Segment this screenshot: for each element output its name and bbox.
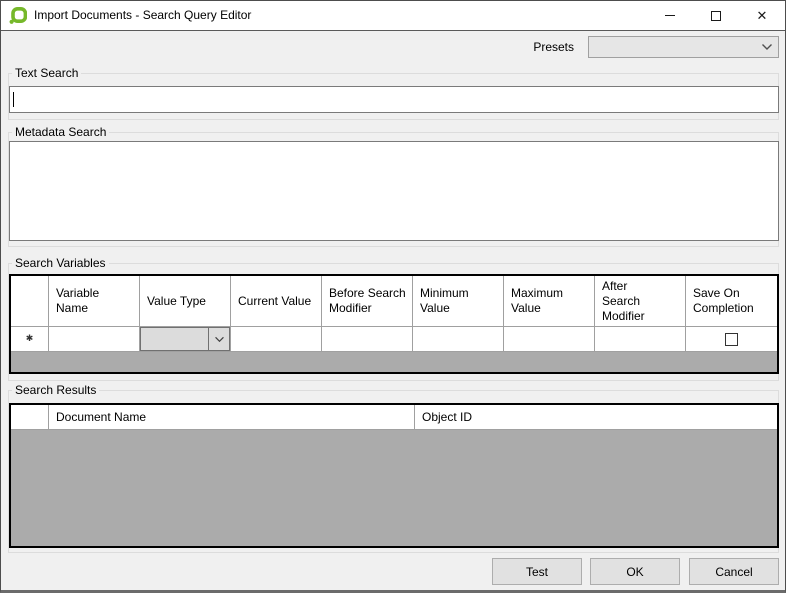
maximum-value-cell[interactable] bbox=[504, 327, 595, 352]
cancel-button[interactable]: Cancel bbox=[689, 558, 779, 585]
search-results-grid: Document Name Object ID bbox=[9, 403, 779, 548]
close-icon: ✕ bbox=[757, 9, 768, 22]
row-header-cell bbox=[11, 405, 49, 430]
value-type-dropdown[interactable] bbox=[140, 327, 230, 351]
value-type-cell[interactable] bbox=[140, 327, 231, 352]
chevron-down-icon bbox=[208, 328, 229, 350]
test-button[interactable]: Test bbox=[492, 558, 582, 585]
asterisk-icon: ✱ bbox=[26, 333, 34, 344]
minimize-icon bbox=[665, 15, 675, 16]
window-controls: ✕ bbox=[647, 1, 785, 30]
minimum-value-cell[interactable] bbox=[413, 327, 504, 352]
text-cursor bbox=[13, 92, 14, 107]
search-results-header-row: Document Name Object ID bbox=[11, 405, 777, 430]
metadata-search-group-label: Metadata Search bbox=[12, 125, 109, 139]
maximize-button[interactable] bbox=[693, 1, 739, 30]
column-header-before-search-modifier[interactable]: Before Search Modifier bbox=[322, 276, 413, 327]
after-search-modifier-cell[interactable] bbox=[595, 327, 686, 352]
chevron-down-icon bbox=[756, 43, 778, 51]
column-header-maximum-value[interactable]: Maximum Value bbox=[504, 276, 595, 327]
cancel-button-label: Cancel bbox=[715, 565, 752, 579]
search-variables-grid: Variable Name Value Type Current Value B… bbox=[9, 274, 779, 374]
new-variable-row: ✱ bbox=[11, 327, 777, 352]
app-logo-icon bbox=[9, 7, 27, 25]
column-header-object-id[interactable]: Object ID bbox=[415, 405, 777, 430]
save-on-completion-cell[interactable] bbox=[686, 327, 777, 352]
column-header-after-search-modifier[interactable]: After Search Modifier bbox=[595, 276, 686, 327]
column-header-value-type[interactable]: Value Type bbox=[140, 276, 231, 327]
column-header-minimum-value[interactable]: Minimum Value bbox=[413, 276, 504, 327]
import-documents-dialog: Import Documents - Search Query Editor ✕… bbox=[0, 0, 786, 593]
test-button-label: Test bbox=[526, 565, 548, 579]
column-header-current-value[interactable]: Current Value bbox=[231, 276, 322, 327]
search-variables-group-label: Search Variables bbox=[12, 256, 109, 270]
value-type-dropdown-value bbox=[141, 328, 208, 350]
window-title: Import Documents - Search Query Editor bbox=[34, 1, 251, 31]
column-header-save-on-completion[interactable]: Save On Completion bbox=[686, 276, 777, 327]
close-button[interactable]: ✕ bbox=[739, 1, 785, 30]
text-search-group-label: Text Search bbox=[12, 66, 81, 80]
variable-name-cell[interactable] bbox=[49, 327, 140, 352]
row-header-cell bbox=[11, 276, 49, 327]
maximize-icon bbox=[711, 11, 721, 21]
search-variables-header-row: Variable Name Value Type Current Value B… bbox=[11, 276, 777, 327]
new-row-marker: ✱ bbox=[11, 327, 49, 352]
column-header-document-name[interactable]: Document Name bbox=[49, 405, 415, 430]
before-search-modifier-cell[interactable] bbox=[322, 327, 413, 352]
title-bar[interactable]: Import Documents - Search Query Editor ✕ bbox=[1, 1, 785, 31]
ok-button[interactable]: OK bbox=[590, 558, 680, 585]
text-search-input[interactable] bbox=[9, 86, 779, 113]
metadata-search-textarea[interactable] bbox=[9, 141, 779, 241]
presets-dropdown[interactable] bbox=[588, 36, 779, 58]
minimize-button[interactable] bbox=[647, 1, 693, 30]
column-header-variable-name[interactable]: Variable Name bbox=[49, 276, 140, 327]
current-value-cell[interactable] bbox=[231, 327, 322, 352]
search-results-group-label: Search Results bbox=[12, 383, 99, 397]
ok-button-label: OK bbox=[626, 565, 643, 579]
presets-label: Presets bbox=[533, 40, 574, 54]
save-on-completion-checkbox[interactable] bbox=[725, 333, 738, 346]
